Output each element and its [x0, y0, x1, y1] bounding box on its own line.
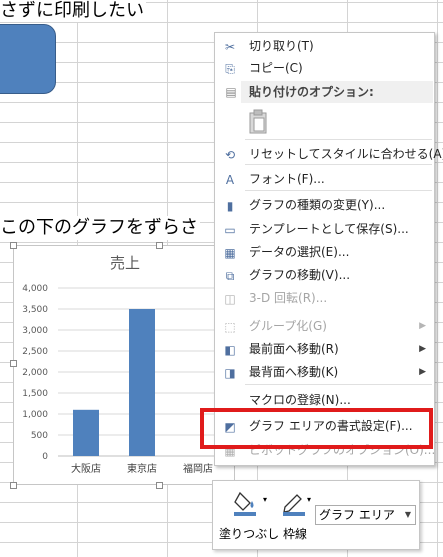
resize-handle-bottom-middle[interactable]: [156, 482, 163, 489]
y-tick-label: 2,500: [22, 347, 48, 357]
menu-item-label: フォント(F)...: [249, 172, 325, 186]
send-back-icon: ◨: [224, 366, 236, 380]
rotate-3d-icon: ◫: [224, 292, 236, 306]
menu-item-scissors[interactable]: ✂ 切り取り(T): [215, 35, 434, 58]
y-tick-label: 0: [42, 452, 48, 462]
menu-item-label: テンプレートとして保存(S)...: [249, 222, 409, 236]
reset-style-icon: ⟲: [224, 148, 236, 162]
group-icon: ⬚: [224, 320, 236, 334]
worksheet-grid[interactable]: さずに印刷したい この下のグラフをずらさ 売上 0 500 1,000 1,500 2,…: [0, 0, 443, 557]
outline-label: 枠線: [282, 527, 307, 541]
menu-separator: [245, 139, 432, 140]
pen-icon: [283, 494, 305, 516]
menu-item-label: グループ化(G): [249, 319, 327, 333]
y-tick-label: 1,000: [22, 410, 48, 420]
font-icon: A: [225, 173, 235, 187]
menu-item-move-chart[interactable]: ⧉ グラフの移動(V)...: [215, 264, 434, 287]
menu-separator: [245, 384, 432, 385]
menu-item-label: 切り取り(T): [249, 39, 314, 53]
menu-item-label: グラフの種類の変更(Y)...: [249, 198, 386, 212]
mini-toolbar: ▾ 塗りつぶし ▾ 枠線 グラフ エリア ▼: [212, 480, 420, 550]
template-icon: ▭: [224, 223, 236, 237]
y-tick-label: 1,500: [22, 389, 48, 399]
menu-item-chart-type[interactable]: ▮ グラフの種類の変更(Y)...: [215, 194, 434, 217]
cell-text-middle: この下のグラフをずらさ: [0, 216, 200, 240]
y-tick-label: 500: [31, 431, 48, 441]
chevron-down-icon: ▼: [404, 510, 411, 519]
context-menu: ✂ 切り取り(T) ⎘ コピー(C) 貼り付けのオプション: ▤ ⟲ リセットしてスタイルに合…: [214, 32, 443, 466]
fill-button[interactable]: ▾ 塗りつぶし: [219, 485, 280, 543]
select-data-icon: ▦: [224, 246, 236, 260]
resize-handle-bottom-left[interactable]: [10, 482, 17, 489]
paste-options-header: 貼り付けのオプション:: [241, 81, 433, 103]
menu-separator: [245, 164, 432, 165]
chart-element-select-value: グラフ エリア: [319, 508, 395, 522]
resize-handle-top-left[interactable]: [10, 242, 17, 249]
menu-item-bring-front[interactable]: ◧ 最前面へ移動(R) ▶: [215, 338, 434, 361]
bar[interactable]: [129, 309, 155, 456]
menu-item-group: ⬚ グループ化(G) ▶: [215, 315, 434, 338]
menu-separator: [245, 190, 432, 191]
highlight-box: [200, 408, 433, 449]
x-category-label: 東京店: [127, 462, 157, 475]
menu-item-label: グラフの移動(V)...: [249, 268, 351, 282]
outline-button[interactable]: ▾ 枠線: [275, 485, 315, 543]
submenu-arrow-icon: ▶: [419, 367, 426, 377]
submenu-arrow-icon: ▶: [419, 321, 426, 331]
fill-dropdown-icon[interactable]: ▾: [263, 495, 267, 504]
chart-element-select[interactable]: グラフ エリア ▼: [315, 505, 416, 525]
menu-item-label: 最前面へ移動(R): [249, 342, 339, 356]
y-tick-label: 3,000: [22, 326, 48, 336]
menu-item-template[interactable]: ▭ テンプレートとして保存(S)...: [215, 218, 434, 241]
resize-handle-middle-left[interactable]: [10, 360, 17, 367]
outline-dropdown-icon[interactable]: ▾: [307, 495, 311, 504]
y-tick-label: 2,000: [22, 368, 48, 378]
menu-item-label: リセットしてスタイルに合わせる(A): [249, 147, 443, 161]
menu-item-label: データの選択(E)...: [249, 245, 350, 259]
menu-item-font[interactable]: A フォント(F)...: [215, 168, 434, 191]
y-tick-label: 4,000: [22, 284, 48, 294]
menu-item-label: コピー(C): [249, 61, 303, 75]
paste-icon: ▤: [225, 85, 237, 99]
paint-bucket-icon: [234, 491, 256, 516]
chart-plot: 0 500 1,000 1,500 2,000 2,500 3,000 3,500 4,000 大…: [22, 284, 226, 475]
rounded-rectangle-shape[interactable]: [0, 24, 56, 94]
bar[interactable]: [73, 409, 99, 456]
resize-handle-top-middle[interactable]: [156, 242, 163, 249]
menu-item-label: 最背面へ移動(K): [249, 365, 339, 379]
chart-area[interactable]: 売上 0 500 1,000 1,500 2,000 2,500 3,000 3,500 4,0…: [13, 245, 235, 485]
chart-type-icon: ▮: [226, 199, 234, 213]
menu-item-reset-style[interactable]: ⟲ リセットしてスタイルに合わせる(A): [215, 143, 443, 166]
bring-front-icon: ◧: [224, 343, 236, 357]
menu-item-select-data[interactable]: ▦ データの選択(E)...: [215, 241, 434, 264]
y-tick-label: 3,500: [22, 305, 48, 315]
menu-item-label: 3-D 回転(R)...: [249, 291, 328, 305]
x-category-label: 福岡店: [183, 462, 213, 475]
copy-icon: ⎘: [225, 62, 235, 76]
paste-clipboard-icon[interactable]: [247, 109, 269, 135]
cell-text-top: さずに印刷したい: [0, 0, 146, 22]
move-chart-icon: ⧉: [225, 269, 235, 283]
x-category-label: 大阪店: [71, 462, 101, 475]
menu-item-copy[interactable]: ⎘ コピー(C): [215, 57, 434, 80]
fill-label: 塗りつぶし: [219, 527, 280, 541]
submenu-arrow-icon: ▶: [419, 344, 426, 354]
scissors-icon: ✂: [224, 40, 236, 54]
menu-item-send-back[interactable]: ◨ 最背面へ移動(K) ▶: [215, 361, 434, 384]
menu-item-rotate-3d: ◫ 3-D 回転(R)...: [215, 287, 434, 310]
